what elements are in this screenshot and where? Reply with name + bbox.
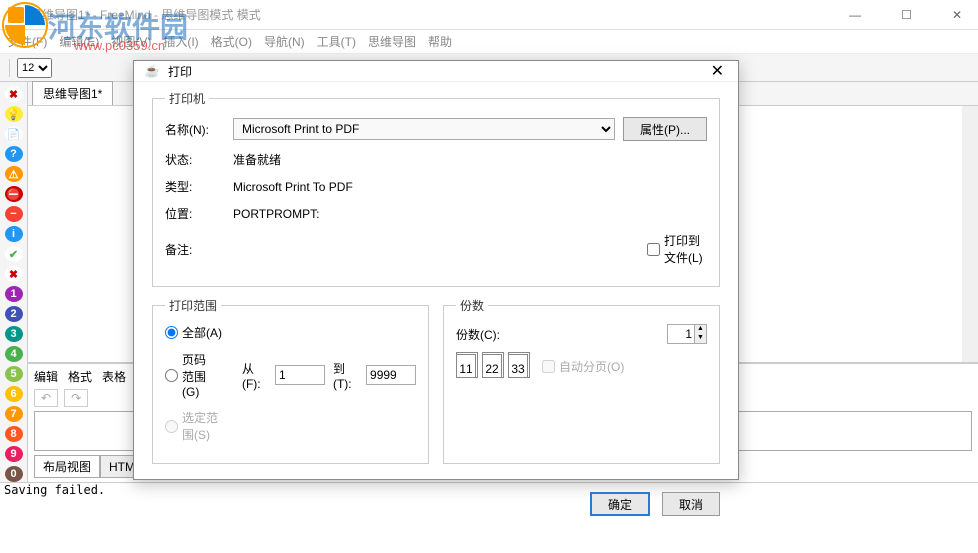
dialog-close-button[interactable]: ✕	[707, 61, 728, 81]
bulb-icon[interactable]: 💡	[5, 106, 23, 122]
cross-icon[interactable]: ✖	[5, 266, 23, 282]
print-to-file-checkbox[interactable]: 打印到文件(L)	[647, 232, 707, 266]
bottom-tab-table[interactable]: 表格	[102, 368, 126, 385]
priority-1-icon[interactable]: 1	[5, 286, 23, 302]
delete-icon[interactable]: ✖	[5, 86, 23, 102]
maximize-button[interactable]: ☐	[893, 8, 920, 22]
stop-icon[interactable]: ⛔	[5, 186, 23, 202]
priority-9-icon[interactable]: 9	[5, 446, 23, 462]
copies-spinner[interactable]: ▲▼	[667, 324, 707, 344]
printer-group: 打印机 名称(N): Microsoft Print to PDF 属性(P).…	[152, 90, 720, 287]
priority-0-icon[interactable]: 0	[5, 466, 23, 482]
menu-format[interactable]: 格式(O)	[211, 33, 252, 50]
copies-legend: 份数	[456, 297, 488, 314]
note-icon[interactable]: 📄	[5, 126, 23, 142]
range-pages-radio[interactable]: 页码范围(G)	[165, 351, 214, 399]
printer-name-label: 名称(N):	[165, 121, 225, 138]
type-label: 类型:	[165, 178, 225, 195]
range-group: 打印范围 全部(A) 页码范围(G) 从(F): 到(T): 选定范围(S)	[152, 297, 429, 464]
menu-tools[interactable]: 工具(T)	[317, 33, 356, 50]
menu-mindmap[interactable]: 思维导图	[368, 33, 416, 50]
priority-8-icon[interactable]: 8	[5, 426, 23, 442]
bottom-tab-edit[interactable]: 编辑	[34, 368, 58, 385]
copies-group: 份数 份数(C): ▲▼ 11 22 33 自动分页(O)	[443, 297, 720, 464]
where-value: PORTPROMPT:	[233, 207, 707, 221]
ok-button[interactable]: 确定	[590, 492, 650, 516]
printer-select[interactable]: Microsoft Print to PDF	[233, 118, 615, 140]
priority-6-icon[interactable]: 6	[5, 386, 23, 402]
undo-button[interactable]: ↶	[34, 389, 58, 407]
menu-help[interactable]: 帮助	[428, 33, 452, 50]
info-icon[interactable]: i	[5, 226, 23, 242]
collate-page-icon: 22	[482, 354, 502, 378]
range-all-radio[interactable]: 全部(A)	[165, 324, 225, 341]
to-input[interactable]	[366, 365, 416, 385]
from-input[interactable]	[275, 365, 325, 385]
where-label: 位置:	[165, 205, 225, 222]
tab-mindmap1[interactable]: 思维导图1*	[32, 81, 113, 105]
warning-icon[interactable]: ⚠	[5, 166, 23, 182]
printer-legend: 打印机	[165, 90, 209, 107]
priority-5-icon[interactable]: 5	[5, 366, 23, 382]
java-icon: ☕	[144, 63, 160, 79]
comment-label: 备注:	[165, 241, 225, 258]
cancel-button[interactable]: 取消	[662, 492, 720, 516]
collate-page-icon: 33	[508, 354, 528, 378]
priority-4-icon[interactable]: 4	[5, 346, 23, 362]
view-tab-layout[interactable]: 布局视图	[34, 455, 100, 478]
icon-sidebar: ✖ 💡 📄 ? ⚠ ⛔ − i ✔ ✖ 1 2 3 4 5 6 7 8 9 0	[0, 82, 28, 482]
status-value: 准备就绪	[233, 151, 707, 168]
watermark-logo	[2, 2, 48, 48]
collate-page-icon: 11	[456, 354, 476, 378]
range-selection-radio: 选定范围(S)	[165, 409, 225, 443]
minimize-button[interactable]: —	[841, 8, 869, 22]
print-dialog: ☕ 打印 ✕ 打印机 名称(N): Microsoft Print to PDF…	[133, 60, 739, 480]
font-size-select[interactable]: 12	[17, 58, 52, 78]
watermark-url: www.pc0359.cn	[74, 38, 165, 53]
close-button[interactable]: ✕	[944, 8, 970, 22]
copies-label: 份数(C):	[456, 326, 500, 343]
help-icon[interactable]: ?	[5, 146, 23, 162]
priority-3-icon[interactable]: 3	[5, 326, 23, 342]
dialog-title: 打印	[168, 63, 192, 80]
priority-7-icon[interactable]: 7	[5, 406, 23, 422]
to-label: 到(T):	[333, 360, 358, 391]
range-legend: 打印范围	[165, 297, 221, 314]
type-value: Microsoft Print To PDF	[233, 180, 707, 194]
bottom-tab-format[interactable]: 格式	[68, 368, 92, 385]
priority-2-icon[interactable]: 2	[5, 306, 23, 322]
spin-up[interactable]: ▲	[695, 325, 706, 334]
printer-properties-button[interactable]: 属性(P)...	[623, 117, 707, 141]
status-label: 状态:	[165, 151, 225, 168]
collate-checkbox: 自动分页(O)	[542, 358, 624, 375]
minus-icon[interactable]: −	[5, 206, 23, 222]
from-label: 从(F):	[242, 360, 267, 391]
spin-down[interactable]: ▼	[695, 334, 706, 343]
menu-nav[interactable]: 导航(N)	[264, 33, 305, 50]
redo-button[interactable]: ↷	[64, 389, 88, 407]
check-icon[interactable]: ✔	[5, 246, 23, 262]
